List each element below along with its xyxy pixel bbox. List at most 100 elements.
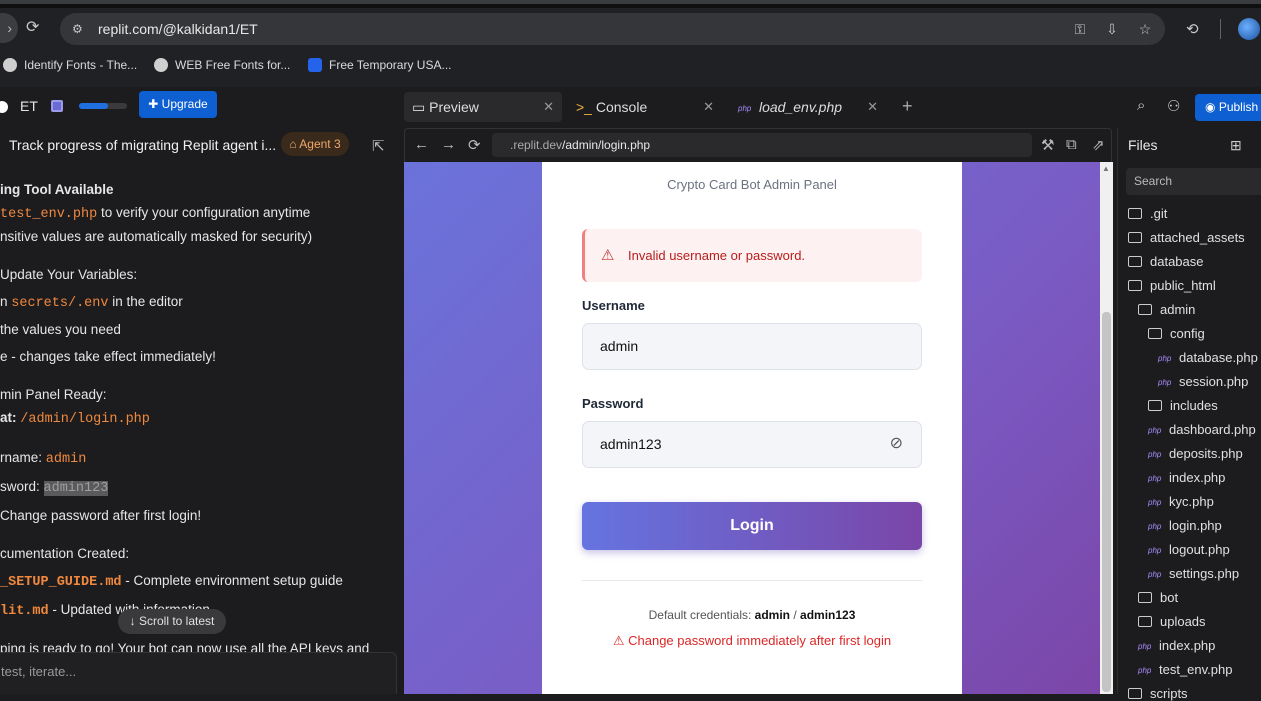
close-icon[interactable]: ✕ — [867, 92, 878, 122]
folder-item[interactable]: bot — [1138, 590, 1178, 605]
device-toggle-icon[interactable]: ⧉ — [1066, 136, 1077, 153]
php-file-icon: php — [1148, 450, 1162, 459]
file-name: dashboard.php — [1169, 422, 1256, 437]
folder-item[interactable]: admin — [1138, 302, 1195, 317]
address-bar[interactable]: ⚙ replit.com/@kalkidan1/ET ⚿ ⇩ ☆ — [60, 13, 1165, 45]
scrollbar-thumb[interactable] — [1102, 312, 1111, 692]
back-arrow-icon[interactable]: ← — [414, 136, 429, 153]
devtools-icon[interactable]: ⚒ — [1041, 136, 1054, 154]
folder-item[interactable]: uploads — [1138, 614, 1206, 629]
folder-icon — [1148, 328, 1162, 339]
folder-item[interactable]: database — [1128, 254, 1204, 269]
agent-panel: ET ✚ Upgrade Track progress of migrating… — [0, 87, 402, 694]
chat-line: e - changes take effect immediately! — [0, 349, 216, 364]
php-file-icon: php — [1148, 474, 1162, 483]
bookmark-item[interactable]: Identify Fonts - The... — [3, 58, 137, 72]
file-item[interactable]: php index.php — [1148, 470, 1225, 485]
back-icon[interactable]: › — [0, 13, 18, 43]
add-tab-icon[interactable]: + — [902, 96, 913, 117]
chat-input[interactable]: test, iterate... — [0, 652, 397, 694]
folder-icon — [1128, 208, 1142, 219]
files-title: Files — [1128, 137, 1158, 153]
file-name: kyc.php — [1169, 494, 1214, 509]
task-title[interactable]: Track progress of migrating Replit agent… — [9, 137, 276, 153]
file-item[interactable]: php database.php — [1158, 350, 1258, 365]
file-item[interactable]: php index.php — [1138, 638, 1215, 653]
profile-avatar[interactable] — [1238, 18, 1260, 40]
search-icon[interactable]: ⌕ — [1137, 97, 1145, 114]
file-name: index.php — [1159, 638, 1216, 653]
file-name: .git — [1150, 206, 1168, 221]
preview-url-field[interactable]: .replit.dev/admin/login.php — [492, 133, 1032, 157]
folder-item[interactable]: config — [1148, 326, 1205, 341]
folder-item[interactable]: attached_assets — [1128, 230, 1245, 245]
tab-preview[interactable]: ▭ Preview ✕ — [404, 92, 562, 122]
file-item[interactable]: php test_env.php — [1138, 662, 1232, 677]
file-item[interactable]: php login.php — [1148, 518, 1222, 533]
bookmark-item[interactable]: Free Temporary USA... — [308, 58, 451, 72]
close-icon[interactable]: ✕ — [703, 92, 714, 122]
reload-icon[interactable]: ⟳ — [26, 19, 44, 37]
site-settings-icon[interactable]: ⚙ — [72, 21, 88, 37]
folder-icon — [1138, 592, 1152, 603]
address-url[interactable]: replit.com/@kalkidan1/ET — [98, 21, 258, 37]
close-icon[interactable]: ✕ — [543, 92, 554, 122]
file-name: config — [1170, 326, 1205, 341]
file-item[interactable]: php deposits.php — [1148, 446, 1243, 461]
new-file-icon[interactable]: ⊞ — [1230, 137, 1242, 154]
folder-item[interactable]: .git — [1128, 206, 1167, 221]
file-name: login.php — [1169, 518, 1222, 533]
invite-user-icon[interactable]: ⚇ — [1167, 97, 1180, 115]
bookmark-item[interactable]: WEB Free Fonts for... — [154, 58, 290, 72]
file-item[interactable]: php kyc.php — [1148, 494, 1214, 509]
project-name[interactable]: ET — [20, 98, 38, 114]
eye-slash-icon[interactable]: ⊘ — [890, 422, 903, 466]
favicon-icon — [3, 58, 17, 72]
file-name: database.php — [1179, 350, 1258, 365]
usage-progress-bar — [79, 103, 127, 109]
open-new-tab-icon[interactable]: ⇗ — [1092, 136, 1105, 154]
refresh-icon[interactable]: ⟳ — [468, 136, 481, 154]
browser-toolbar: › ⟳ ⚙ replit.com/@kalkidan1/ET ⚿ ⇩ ☆ ⟲ I… — [0, 0, 1261, 87]
default-credentials: Default credentials: admin / admin123 — [648, 608, 856, 622]
error-message: Invalid username or password. — [628, 248, 806, 263]
history-icon[interactable]: ⟲ — [1186, 20, 1199, 38]
publish-button[interactable]: ◉ Publish — [1195, 94, 1261, 121]
bookmark-star-icon[interactable]: ☆ — [1136, 20, 1154, 38]
task-header: Track progress of migrating Replit agent… — [0, 128, 402, 162]
file-name: admin — [1160, 302, 1196, 317]
scroll-up-icon[interactable]: ▲ — [1102, 164, 1110, 173]
agent-badge[interactable]: ⌂ Agent 3 — [281, 132, 349, 156]
scroll-to-latest-button[interactable]: ↓ Scroll to latest — [118, 609, 226, 634]
preview-scrollbar[interactable]: ▲ — [1100, 162, 1113, 694]
php-file-icon: php — [1148, 546, 1162, 555]
password-key-icon[interactable]: ⚿ — [1071, 20, 1089, 38]
replit-logo-icon[interactable] — [0, 101, 8, 113]
folder-item[interactable]: includes — [1148, 398, 1218, 413]
password-input[interactable]: admin123 ⊘ — [582, 421, 922, 468]
folder-icon — [1138, 616, 1152, 627]
page-subtitle: Crypto Card Bot Admin Panel — [667, 177, 837, 192]
new-chat-icon[interactable]: ⇱ — [372, 137, 385, 155]
files-search-input[interactable]: Search — [1126, 168, 1261, 195]
username-label: Username — [582, 298, 645, 313]
files-panel: Files ⊞ Search .git attached_assetsdataba… — [1117, 128, 1261, 701]
folder-item[interactable]: public_html — [1128, 278, 1216, 293]
chat-line: Change password after first login! — [0, 508, 202, 523]
install-app-icon[interactable]: ⇩ — [1103, 20, 1121, 38]
workspace-actions: ⌕ ⚇ ◉ Publish — [1120, 87, 1261, 125]
forward-arrow-icon[interactable]: → — [441, 136, 456, 153]
bookmarks-bar: Identify Fonts - The... WEB Free Fonts f… — [0, 52, 1261, 80]
username-input[interactable]: admin — [582, 323, 922, 370]
login-button[interactable]: Login — [582, 502, 922, 550]
file-name: test_env.php — [1159, 662, 1233, 677]
file-item[interactable]: php session.php — [1158, 374, 1248, 389]
tab-console[interactable]: >_ Console ✕ — [574, 92, 722, 122]
file-item[interactable]: php settings.php — [1148, 566, 1239, 581]
upgrade-button[interactable]: ✚ Upgrade — [139, 91, 217, 118]
file-item[interactable]: php dashboard.php — [1148, 422, 1256, 437]
file-item[interactable]: php logout.php — [1148, 542, 1230, 557]
file-name: index.php — [1169, 470, 1226, 485]
tab-load-env[interactable]: php load_env.php ✕ — [736, 92, 886, 122]
project-icon — [51, 100, 63, 112]
